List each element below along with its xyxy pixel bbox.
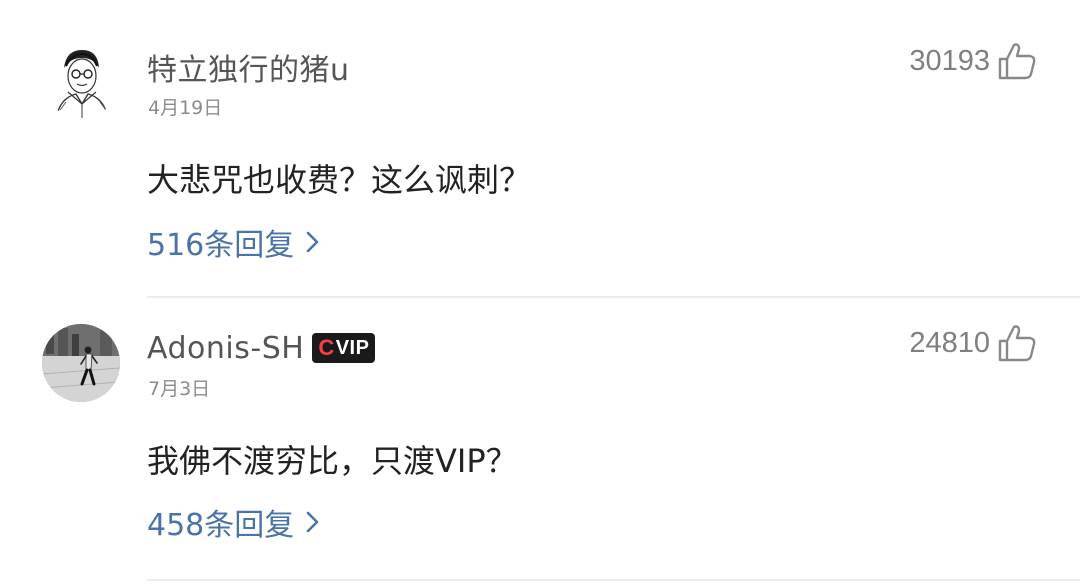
vip-badge-label: VIP <box>335 336 370 359</box>
username-row: 特立独行的猪u <box>147 45 350 89</box>
vip-badge: C VIP <box>312 333 376 363</box>
username-row: Adonis-SH C VIP <box>147 326 376 370</box>
replies-count-label: 458条回复 <box>147 508 295 543</box>
view-replies-link[interactable]: 458条回复 <box>147 500 322 544</box>
like-count: 30193 <box>909 44 990 77</box>
comment-divider <box>147 579 1080 581</box>
comment-content: 我佛不渡穷比，只渡VIP？ <box>147 442 518 480</box>
comment-item: Adonis-SH C VIP 7月3日 24810 我佛不渡穷比，只渡VIP？… <box>0 298 1080 587</box>
like-count: 24810 <box>909 326 990 359</box>
comment-item: 特立独行的猪u 4月19日 30193 大悲咒也收费？这么讽刺？ 516条回复 <box>0 0 1080 298</box>
view-replies-link[interactable]: 516条回复 <box>147 220 322 264</box>
comment-date: 7月3日 <box>148 378 211 400</box>
like-button[interactable]: 24810 <box>909 322 1038 364</box>
sketch-portrait-avatar-icon <box>42 40 120 118</box>
thumbs-up-icon[interactable] <box>996 40 1038 82</box>
username[interactable]: 特立独行的猪u <box>147 45 350 89</box>
thumbs-up-icon[interactable] <box>996 322 1038 364</box>
vip-badge-prefix: C <box>318 335 335 360</box>
comment-date: 4月19日 <box>148 97 223 119</box>
replies-count-label: 516条回复 <box>147 228 295 263</box>
comment-content: 大悲咒也收费？这么讽刺？ <box>147 161 532 199</box>
chevron-right-icon <box>306 231 319 253</box>
chevron-right-icon <box>306 511 319 533</box>
photo-avatar-icon <box>42 324 120 402</box>
like-button[interactable]: 30193 <box>909 40 1038 82</box>
user-avatar[interactable] <box>42 324 120 402</box>
username[interactable]: Adonis-SH <box>147 331 304 366</box>
user-avatar[interactable] <box>42 40 120 118</box>
